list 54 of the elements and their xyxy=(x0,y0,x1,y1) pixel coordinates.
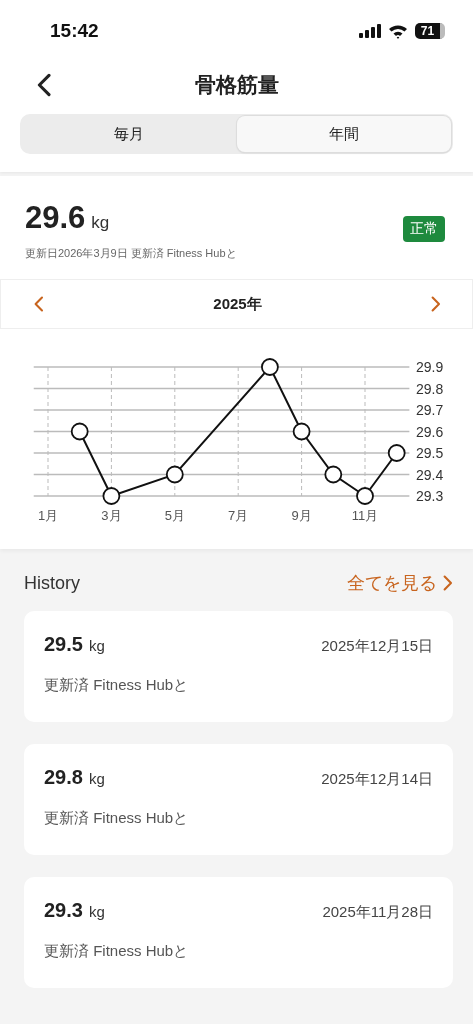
axis-tick-label: 5月 xyxy=(164,508,185,523)
period-tab[interactable]: 毎月 xyxy=(22,116,237,152)
source-text: 更新済 Fitness Hubと xyxy=(44,942,190,961)
history-date: 2025年11月28日 xyxy=(322,903,433,922)
axis-tick-label: 29.7 xyxy=(416,402,444,418)
wifi-icon xyxy=(388,23,408,39)
history-title: History xyxy=(24,572,80,594)
history-value: 29.3 xyxy=(44,899,83,922)
axis-tick-label: 29.6 xyxy=(416,423,444,440)
axis-tick-label: 29.9 xyxy=(416,359,444,375)
source-text: 更新済 Fitness Hubと xyxy=(44,809,190,828)
see-all-link[interactable]: 全てを見る xyxy=(347,571,453,595)
chevron-right-icon xyxy=(443,575,453,591)
chart-point xyxy=(356,487,374,505)
axis-tick-label: 29.8 xyxy=(416,380,444,397)
back-icon xyxy=(36,73,52,97)
year-label: 2025年 xyxy=(213,294,262,314)
axis-tick-label: 1月 xyxy=(37,508,59,523)
chart-point xyxy=(70,422,89,441)
axis-tick-label: 29.4 xyxy=(416,466,444,483)
unit-label: kg xyxy=(88,770,105,787)
history-value: 29.8 xyxy=(44,766,83,789)
history-card[interactable]: 29.8 kg 2025年12月14日 更新済 Fitness Hubと xyxy=(24,744,453,855)
chart-point xyxy=(165,465,184,484)
chart-point xyxy=(387,444,406,462)
chart-point xyxy=(102,487,121,505)
period-tab[interactable]: 年間 xyxy=(236,116,451,152)
chevron-left-icon xyxy=(34,296,44,312)
chart-point xyxy=(292,422,311,441)
battery-indicator: 71 xyxy=(415,23,445,39)
axis-tick-label: 3月 xyxy=(101,508,122,523)
chevron-right-icon xyxy=(431,296,441,312)
updated-text: 更新日2026年3月9日 更新済 Fitness Hubと xyxy=(25,246,237,261)
axis-tick-label: 11月 xyxy=(351,508,379,523)
axis-tick-label: 29.5 xyxy=(416,445,444,461)
current-value: 29.6 xyxy=(25,200,86,236)
axis-tick-label: 7月 xyxy=(228,508,249,523)
signal-icon xyxy=(359,24,381,38)
unit-label: kg xyxy=(88,637,105,654)
unit-label: kg xyxy=(88,903,105,920)
history-date: 2025年12月15日 xyxy=(321,637,433,656)
history-card[interactable]: 29.3 kg 2025年11月28日 更新済 Fitness Hubと xyxy=(24,877,453,988)
status-badge: 正常 xyxy=(403,216,445,242)
history-date: 2025年12月14日 xyxy=(321,770,433,789)
history-card[interactable]: 29.5 kg 2025年12月15日 更新済 Fitness Hubと xyxy=(24,611,453,722)
axis-tick-label: 29.3 xyxy=(416,488,444,504)
history-value: 29.5 xyxy=(44,633,83,656)
axis-tick-label: 9月 xyxy=(291,508,312,523)
status-time: 15:42 xyxy=(50,20,99,42)
chart-point xyxy=(324,465,343,484)
unit-label: kg xyxy=(91,213,110,233)
page-title: 骨格筋量 xyxy=(194,72,279,98)
source-text: 更新済 Fitness Hubと xyxy=(44,676,190,695)
chart-point xyxy=(261,358,279,376)
